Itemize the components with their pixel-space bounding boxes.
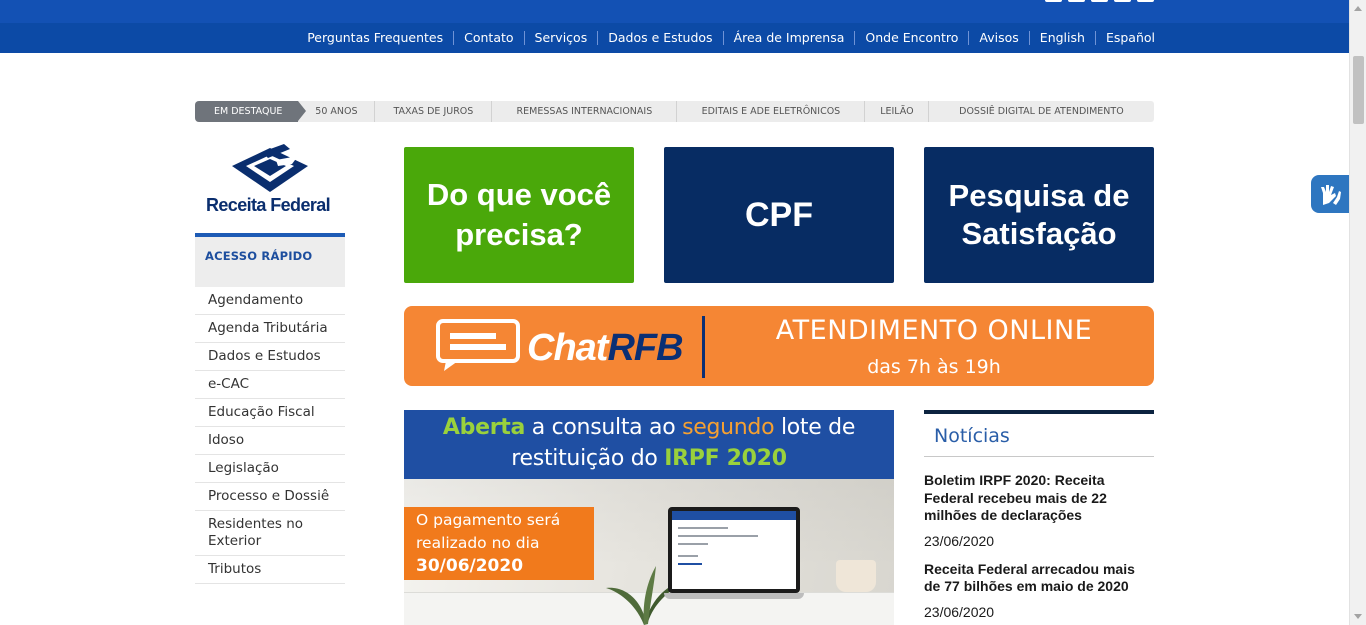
nav-english[interactable]: English (1028, 31, 1095, 45)
pay-date: 30/06/2020 (416, 556, 524, 576)
news-item: Receita Federal arrecadou mais de 77 bil… (924, 561, 1154, 620)
quick-access-header: ACESSO RÁPIDO (195, 233, 345, 287)
news-title: Notícias (924, 414, 1154, 457)
tile-cpf-label: CPF (745, 195, 813, 234)
irpf-word-aberta: Aberta (442, 415, 526, 440)
news-date: 23/06/2020 (924, 603, 995, 620)
social-icon[interactable] (1114, 0, 1131, 2)
chat-headline: ATENDIMENTO ONLINE (775, 315, 1093, 346)
highlight-editais-e-ade[interactable]: EDITAIS E ADE ELETRÔNICOS (677, 101, 866, 122)
quick-link-educacao-fiscal[interactable]: Educação Fiscal (195, 399, 345, 427)
irpf-banner[interactable]: Aberta a consulta ao segundo lote de res… (404, 410, 894, 625)
highlight-taxas-de-juros[interactable]: TAXAS DE JUROS (375, 101, 493, 122)
laptop-image (664, 507, 804, 602)
receita-logo-icon (232, 144, 308, 192)
quick-link-dados-e-estudos[interactable]: Dados e Estudos (195, 343, 345, 371)
highlight-50-anos[interactable]: 50 ANOS (298, 101, 376, 122)
irpf-text-3: restituição do (511, 446, 665, 471)
tile-do-que-voce-precisa[interactable]: Do que você precisa? (404, 147, 634, 283)
nav-servicos[interactable]: Serviços (523, 31, 598, 45)
nav-avisos[interactable]: Avisos (968, 31, 1028, 45)
tile-cpf[interactable]: CPF (664, 147, 894, 283)
irpf-text-2: lote de (774, 415, 856, 440)
payment-notice: O pagamento será realizado no dia 30/06/… (404, 507, 594, 580)
irpf-word-segundo: segundo (682, 415, 775, 440)
chat-divider (702, 316, 705, 378)
chat-brand-white: Chat (527, 327, 608, 369)
tile-need-label: Do que você precisa? (426, 177, 612, 252)
page-scrollbar[interactable] (1349, 0, 1366, 625)
news-headline[interactable]: Receita Federal arrecadou mais de 77 bil… (924, 561, 1154, 596)
quick-link-legislacao[interactable]: Legislação (195, 455, 345, 483)
nav-dados-e-estudos[interactable]: Dados e Estudos (597, 31, 722, 45)
tile-pesquisa-de-satisfacao[interactable]: Pesquisa de Satisfação (924, 147, 1154, 283)
chat-window-icon (436, 319, 520, 371)
chat-brand: ChatRFB (527, 327, 684, 369)
irpf-text-1: a consulta ao (525, 415, 683, 440)
news-headline[interactable]: Boletim IRPF 2020: Receita Federal receb… (924, 472, 1154, 525)
receita-federal-logo[interactable]: Receita Federal (195, 140, 345, 220)
quick-link-agenda-tributaria[interactable]: Agenda Tributária (195, 315, 345, 343)
vlibras-hands-icon (1321, 185, 1341, 205)
mug-image (836, 560, 876, 592)
nav-espanol[interactable]: Español (1094, 31, 1155, 45)
social-icon[interactable] (1045, 0, 1062, 2)
scroll-thumb[interactable] (1353, 56, 1364, 124)
highlight-remessas-internacionais[interactable]: REMESSAS INTERNACIONAIS (492, 101, 678, 122)
nav-onde-encontro[interactable]: Onde Encontro (854, 31, 968, 45)
tile-survey-label: Pesquisa de Satisfação (948, 178, 1130, 251)
social-icon[interactable] (1137, 0, 1154, 2)
news-section: Notícias Boletim IRPF 2020: Receita Fede… (924, 410, 1154, 620)
nav-contato[interactable]: Contato (453, 31, 523, 45)
news-date: 23/06/2020 (924, 532, 995, 549)
pay-line-2: realizado no dia (416, 534, 540, 552)
highlight-dossie-digital[interactable]: DOSSIÊ DIGITAL DE ATENDIMENTO (929, 101, 1153, 122)
social-icon[interactable] (1091, 0, 1108, 2)
top-strip (0, 0, 1349, 23)
scroll-down-icon[interactable] (1354, 614, 1362, 619)
irpf-word-irpf-2020: IRPF 2020 (664, 446, 787, 471)
vlibras-widget[interactable] (1311, 175, 1349, 213)
scroll-up-icon[interactable] (1354, 6, 1362, 11)
top-nav: Perguntas Frequentes Contato Serviços Da… (0, 23, 1349, 53)
social-icon[interactable] (1068, 0, 1085, 2)
quick-link-idoso[interactable]: Idoso (195, 427, 345, 455)
pay-line-1: O pagamento será (416, 511, 561, 529)
highlights-tag: EM DESTAQUE (195, 101, 307, 122)
news-item: Boletim IRPF 2020: Receita Federal receb… (924, 472, 1154, 549)
quick-access-list: Agendamento Agenda Tributária Dados e Es… (195, 287, 345, 584)
quick-link-residentes-no-exterior[interactable]: Residentes no Exterior (195, 511, 345, 556)
quick-link-tributos[interactable]: Tributos (195, 556, 345, 584)
social-icons (1045, 0, 1154, 2)
nav-perguntas-frequentes[interactable]: Perguntas Frequentes (297, 31, 453, 45)
quick-access-title: ACESSO RÁPIDO (205, 249, 313, 263)
logo-text: Receita Federal (206, 195, 331, 215)
chat-hours: das 7h às 19h (867, 356, 1001, 378)
highlight-leilao[interactable]: LEILÃO (865, 101, 930, 122)
nav-area-de-imprensa[interactable]: Área de Imprensa (722, 31, 855, 45)
page: Perguntas Frequentes Contato Serviços Da… (0, 0, 1366, 625)
quick-link-processo-e-dossie[interactable]: Processo e Dossiê (195, 483, 345, 511)
chat-rfb-banner[interactable]: ChatRFB ATENDIMENTO ONLINE das 7h às 19h (404, 306, 1154, 386)
quick-link-agendamento[interactable]: Agendamento (195, 287, 345, 315)
highlights-bar: EM DESTAQUE 50 ANOS TAXAS DE JUROS REMES… (195, 101, 1154, 122)
quick-link-ecac[interactable]: e-CAC (195, 371, 345, 399)
chat-brand-blue: RFB (607, 327, 683, 369)
irpf-headline: Aberta a consulta ao segundo lote de res… (404, 410, 894, 479)
